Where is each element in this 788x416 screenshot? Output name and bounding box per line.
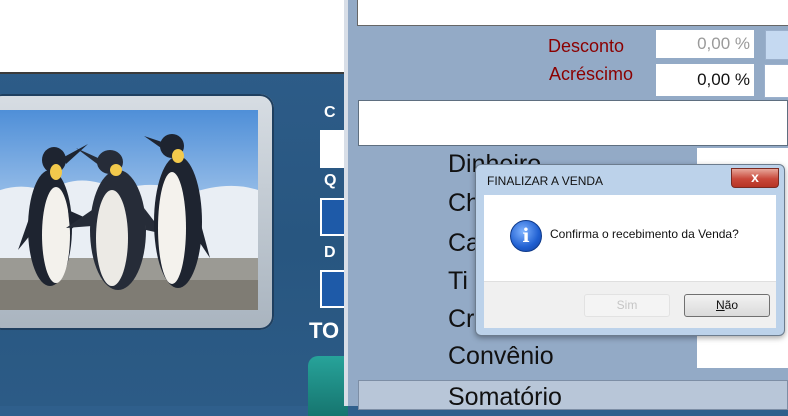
payment-ticket[interactable]: Ti: [448, 267, 468, 296]
payment-convenio[interactable]: Convênio: [448, 342, 554, 371]
dialog-body: i Confirma o recebimento da Venda?: [484, 195, 776, 281]
info-icon: i: [510, 220, 542, 252]
dialog-footer: Sim Não: [484, 281, 776, 328]
payment-credito[interactable]: Cr: [448, 305, 474, 334]
acrescimo-field[interactable]: 0,00 %: [656, 64, 754, 96]
total-label: TO: [309, 318, 340, 343]
desconto-label: Desconto: [548, 36, 625, 56]
left-label-c: C: [324, 104, 336, 121]
penguins-photo: [0, 110, 258, 310]
right-top-panel: [357, 0, 788, 26]
acrescimo-label: Acréscimo: [549, 64, 634, 84]
nao-mnemonic: N: [715, 298, 725, 312]
desconto-field[interactable]: 0,00 %: [656, 30, 754, 58]
acrescimo-side-field[interactable]: [764, 64, 788, 98]
somatorio-label: Somatório: [448, 383, 562, 411]
left-label-d: D: [324, 244, 336, 261]
dialog-title: FINALIZAR A VENDA: [487, 174, 604, 188]
dialog-message: Confirma o recebimento da Venda?: [550, 227, 739, 241]
left-top-panel: [0, 0, 344, 74]
teal-action-button[interactable]: [308, 356, 348, 416]
observation-field[interactable]: [358, 100, 788, 146]
nao-label-rest: ão: [724, 298, 739, 312]
left-label-q: Q: [324, 172, 337, 189]
close-icon[interactable]: x: [731, 168, 779, 188]
finalizar-venda-dialog: FINALIZAR A VENDA x i Confirma o recebim…: [475, 164, 785, 336]
sim-button[interactable]: Sim: [584, 294, 670, 317]
nao-button[interactable]: Não: [684, 294, 770, 317]
desconto-side-field[interactable]: [765, 30, 788, 60]
